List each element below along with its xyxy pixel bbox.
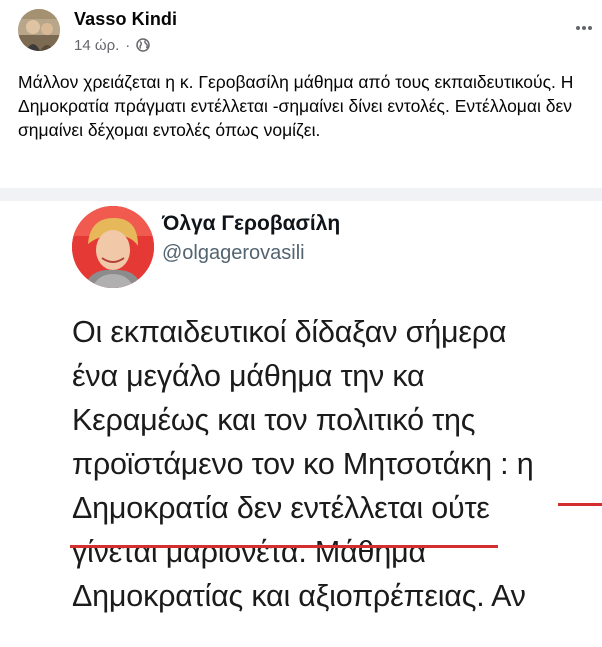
- tweet-body: Οι εκπαιδευτικοί δίδαξαν σήμερα ένα μεγά…: [72, 310, 602, 618]
- post-text: Μάλλον χρειάζεται η κ. Γεροβασίλη μάθημα…: [18, 72, 574, 140]
- tweet-avatar-image: [72, 206, 154, 288]
- meta-separator: ·: [125, 36, 131, 54]
- globe-icon[interactable]: [136, 38, 151, 52]
- author-name[interactable]: Vasso Kindi: [74, 9, 177, 30]
- tweet-line: Κεραμέως και τον πολιτικό της: [72, 403, 476, 437]
- author-avatar-image: [18, 9, 60, 51]
- author-avatar[interactable]: [18, 9, 60, 51]
- post-divider: [0, 188, 602, 201]
- tweet-author-name: Όλγα Γεροβασίλη: [162, 212, 341, 235]
- highlight-underline: [558, 503, 602, 506]
- more-options-icon[interactable]: [572, 18, 596, 38]
- post-meta: 14 ώρ. ·: [74, 36, 151, 54]
- tweet-line: Δημοκρατία δεν εντέλλεται ούτε: [72, 491, 490, 525]
- post-header: Vasso Kindi 14 ώρ. ·: [0, 0, 602, 62]
- tweet-line: γίνεται μαριονέτα. Μάθημα: [72, 535, 426, 569]
- tweet-author-handle: @olgagerovasili: [162, 242, 305, 264]
- tweet-line: Οι εκπαιδευτικοί δίδαξαν σήμερα: [72, 315, 507, 349]
- tweet-line: Δημοκρατίας και αξιοπρέπειας. Αν: [72, 579, 526, 613]
- tweet-line: προϊστάμενο τον κο Μητσοτάκη : η: [72, 447, 534, 481]
- highlight-underline: [70, 545, 498, 548]
- tweet-author-avatar: [72, 206, 154, 288]
- tweet-line: ένα μεγάλο μάθημα την κα: [72, 359, 425, 393]
- post-time[interactable]: 14 ώρ.: [74, 37, 119, 54]
